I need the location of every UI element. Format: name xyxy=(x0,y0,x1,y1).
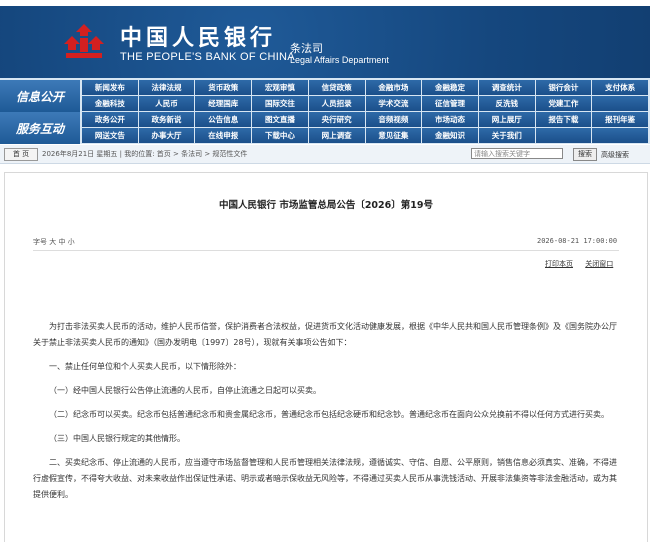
nav-item[interactable]: 网上展厅 xyxy=(478,112,535,127)
article-title: 中国人民银行 市场监管总局公告〔2026〕第19号 xyxy=(219,200,433,211)
nav-item[interactable]: 国际交往 xyxy=(252,96,308,111)
nav-item[interactable]: 下载中心 xyxy=(252,128,308,143)
nav-item[interactable]: 政务公开 xyxy=(82,112,138,127)
paragraph: （三）中国人民银行规定的其他情形。 xyxy=(49,434,185,443)
paragraph: （一）经中国人民银行公告停止流通的人民币，自停止流通之日起可以买卖。 xyxy=(49,386,321,395)
nav-item[interactable]: 政务新说 xyxy=(138,112,195,127)
search-button[interactable]: 搜索 xyxy=(573,148,597,161)
nav-item[interactable]: 图文直播 xyxy=(252,112,308,127)
nav-item[interactable]: 宏观审慎 xyxy=(252,80,308,95)
nav-item[interactable]: 关于我们 xyxy=(478,128,535,143)
bank-name-cn: 中国人民银行 xyxy=(120,25,277,51)
main-nav: 信息公开 服务互动 新闻发布 法律法规 货币政策 宏观审慎 信贷政策 金融市场 金融稳定 调查… xyxy=(0,78,650,144)
nav-item xyxy=(592,128,648,143)
paragraph: （二）纪念币可以买卖。纪念币包括普通纪念币和贵金属纪念币，普通纪念币包括纪念硬币… xyxy=(49,410,609,419)
nav-label-info: 信息公开 xyxy=(0,80,80,112)
nav-item[interactable]: 银行会计 xyxy=(535,80,592,95)
nav-item xyxy=(535,128,592,143)
font-size-selector[interactable]: 字号 大 中 小 xyxy=(33,237,75,247)
nav-item[interactable]: 支付体系 xyxy=(592,80,648,95)
dept-name-cn: 条法司 xyxy=(290,42,323,55)
breadcrumb-bar: 首 页 2026年8月21日 星期五 | 我的位置: 首页 > 条法司 > 规范… xyxy=(0,145,650,164)
article-body: 为打击非法买卖人民币的活动，维护人民币信誉，保护消费者合法权益，促进货币文化活动… xyxy=(33,319,621,511)
nav-item[interactable]: 金融知识 xyxy=(422,128,478,143)
advanced-search-link[interactable]: 高级搜索 xyxy=(601,150,629,160)
nav-item[interactable]: 党建工作 xyxy=(535,96,592,111)
nav-item[interactable]: 信贷政策 xyxy=(308,80,365,95)
nav-item[interactable]: 货币政策 xyxy=(195,80,252,95)
paragraph: 一、禁止任何单位和个人买卖人民币，以下情形除外： xyxy=(49,362,241,371)
nav-item[interactable]: 办事大厅 xyxy=(138,128,195,143)
nav-item[interactable]: 报告下载 xyxy=(535,112,592,127)
print-link[interactable]: 打印本页 xyxy=(545,260,573,268)
bank-name-en: THE PEOPLE'S BANK OF CHINA xyxy=(120,51,295,63)
nav-item[interactable]: 公告信息 xyxy=(195,112,252,127)
nav-item[interactable]: 央行研究 xyxy=(308,112,365,127)
nav-item xyxy=(592,96,648,111)
breadcrumb: 2026年8月21日 星期五 | 我的位置: 首页 > 条法司 > 规范性文件 xyxy=(42,150,248,158)
nav-item[interactable]: 在线申报 xyxy=(195,128,252,143)
dept-name-en: Legal Affairs Department xyxy=(290,55,389,65)
nav-item[interactable]: 市场动态 xyxy=(422,112,478,127)
nav-item[interactable]: 音频视频 xyxy=(365,112,422,127)
nav-item[interactable]: 调查统计 xyxy=(478,80,535,95)
article-panel: 中国人民银行 市场监管总局公告〔2026〕第19号 字号 大 中 小 2026-… xyxy=(4,172,648,542)
search-input[interactable]: 请输入搜索关键字 xyxy=(471,148,563,159)
site-header: 中国人民银行 THE PEOPLE'S BANK OF CHINA 条法司 Le… xyxy=(0,6,650,78)
nav-item[interactable]: 意见征集 xyxy=(365,128,422,143)
article-actions: 打印本页 关闭窗口 xyxy=(535,259,613,269)
pboc-logo-icon[interactable] xyxy=(62,22,106,62)
nav-item[interactable]: 人员招录 xyxy=(308,96,365,111)
nav-label-service: 服务互动 xyxy=(0,112,80,144)
nav-item[interactable]: 金融稳定 xyxy=(422,80,478,95)
close-window-link[interactable]: 关闭窗口 xyxy=(585,260,613,268)
home-button[interactable]: 首 页 xyxy=(4,148,38,161)
nav-item[interactable]: 网上调查 xyxy=(308,128,365,143)
nav-item[interactable]: 报刊年鉴 xyxy=(592,112,648,127)
nav-item[interactable]: 法律法规 xyxy=(138,80,195,95)
paragraph: 二、买卖纪念币、停止流通的人民币，应当遵守市场监督管理和人民币管理相关法律法规，… xyxy=(33,458,617,499)
nav-item[interactable]: 网送文告 xyxy=(82,128,138,143)
nav-item[interactable]: 反洗钱 xyxy=(478,96,535,111)
nav-item[interactable]: 征信管理 xyxy=(422,96,478,111)
nav-item[interactable]: 学术交流 xyxy=(365,96,422,111)
nav-item[interactable]: 新闻发布 xyxy=(82,80,138,95)
nav-item[interactable]: 人民币 xyxy=(138,96,195,111)
nav-grid: 新闻发布 法律法规 货币政策 宏观审慎 信贷政策 金融市场 金融稳定 调查统计 银行会计 支付体系… xyxy=(82,80,648,143)
nav-item[interactable]: 经理国库 xyxy=(195,96,252,111)
paragraph: 为打击非法买卖人民币的活动，维护人民币信誉，保护消费者合法权益，促进货币文化活动… xyxy=(33,322,617,347)
divider xyxy=(33,250,619,251)
publish-datetime: 2026-08-21 17:00:00 xyxy=(537,237,618,245)
nav-item[interactable]: 金融市场 xyxy=(365,80,422,95)
nav-item[interactable]: 金融科技 xyxy=(82,96,138,111)
